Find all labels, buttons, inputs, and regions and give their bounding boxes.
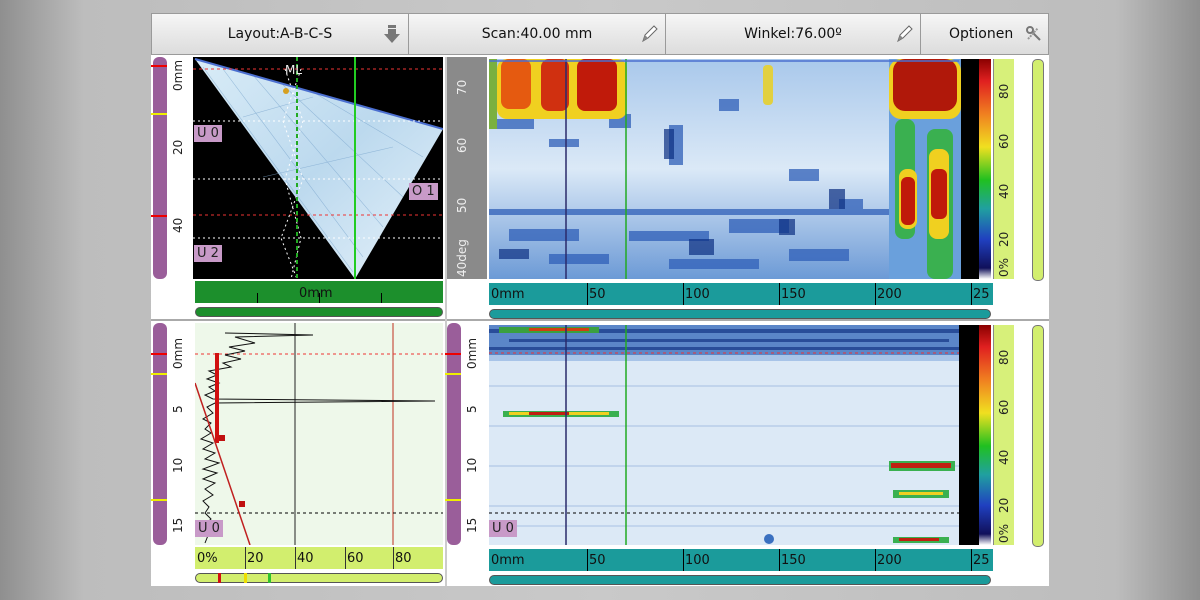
angle-tick-60: 60 [455,137,469,153]
bottom-cb-tick-40: 40 [997,449,1011,465]
bottom-cb-tick-0: 0% [997,523,1011,543]
ascan-scrollbar[interactable] [195,573,443,583]
depth-tick-40: 40 [171,217,185,233]
bottom-x-tick-200: 200 [877,553,902,568]
bottom-colorbar-slider[interactable] [1032,325,1044,547]
ml-marker-label: ML [285,63,303,77]
top-x-tick-0: 0mm [491,287,525,302]
angle-tick-70: 70 [455,79,469,95]
angle-bscan-view[interactable] [489,59,967,279]
top-amplitude-colorbar [979,59,991,279]
ascan-depth-ruler[interactable] [153,323,167,545]
ascan-view[interactable] [195,323,443,545]
bottom-color-gap [967,325,979,545]
scan-field[interactable]: Scan:40.00 mm [408,13,666,55]
bscan-depth-0: 0mm [465,337,479,369]
bottom-x-tick-25: 25 [973,553,990,568]
sscan-depth-axis: 0mm 20 40 [167,57,193,279]
amp-tick-60: 60 [347,551,364,566]
sscan-index-ruler[interactable]: 0mm [195,281,443,303]
ascan-depth-axis: 0mm 5 10 15 [167,323,193,545]
top-scan-axis[interactable]: 0mm 50 100 150 200 25 [489,283,993,305]
options-button[interactable]: Optionen [920,13,1049,55]
bscan-gate-label[interactable]: U 0 [489,520,517,537]
top-x-tick-25: 25 [973,287,990,302]
top-cb-tick-40: 40 [997,183,1011,199]
download-arrow-icon [384,25,400,43]
top-color-gap [967,59,979,279]
pencil-icon [642,25,658,43]
top-scan-scrollbar[interactable] [489,309,991,319]
top-cb-tick-0: 0% [997,257,1011,277]
sscan-scrollbar[interactable] [195,307,443,317]
amp-tick-80: 80 [395,551,412,566]
sscan-index-zero: 0mm [299,286,333,301]
bottom-colorbar-scale: 80 60 40 20 0% [993,325,1014,545]
angle-label: Winkel:76.00º [744,26,842,42]
ascan-depth-15: 15 [171,517,185,533]
bscan-depth-ruler[interactable] [447,323,461,545]
depth-tick-20: 20 [171,139,185,155]
amp-tick-20: 20 [247,551,264,566]
top-x-tick-200: 200 [877,287,902,302]
bscan-depth-10: 10 [465,457,479,473]
bottom-x-tick-0: 0mm [491,553,525,568]
bottom-cb-tick-60: 60 [997,399,1011,415]
bottom-x-tick-150: 150 [781,553,806,568]
bscan-depth-5: 5 [465,405,479,413]
bottom-amplitude-colorbar [979,325,991,545]
depth-tick-0: 0mm [171,59,185,91]
top-colorbar-slider[interactable] [1032,59,1044,281]
bottom-x-tick-50: 50 [589,553,606,568]
bottom-cb-tick-20: 20 [997,497,1011,513]
sscan-view[interactable]: ML [193,57,443,279]
top-cb-tick-80: 80 [997,83,1011,99]
ascan-depth-0: 0mm [171,337,185,369]
bottom-scan-scrollbar[interactable] [489,575,991,585]
sscan-depth-ruler[interactable] [153,57,167,279]
top-x-tick-50: 50 [589,287,606,302]
amp-tick-0: 0% [197,551,218,566]
top-colorbar-scale: 80 60 40 20 0% [993,59,1014,279]
tools-icon [1026,26,1041,41]
pencil-icon [897,25,913,43]
options-label: Optionen [949,26,1014,42]
top-cb-tick-60: 60 [997,133,1011,149]
ascan-depth-10: 10 [171,457,185,473]
layout-dropdown[interactable]: Layout:A-B-C-S [151,13,409,55]
bscan-depth-15: 15 [465,517,479,533]
ut-inspection-window: Layout:A-B-C-S Scan:40.00 mm Winkel:76.0… [151,13,1049,586]
top-x-tick-100: 100 [685,287,710,302]
top-cb-tick-20: 20 [997,231,1011,247]
scan-bscan-view[interactable] [489,325,967,545]
bscan-depth-axis: 0mm 5 10 15 [461,323,487,545]
gate-u0-label[interactable]: U 0 [194,125,222,142]
gate-u2-label[interactable]: U 2 [194,245,222,262]
angle-field[interactable]: Winkel:76.00º [665,13,921,55]
bottom-cb-tick-80: 80 [997,349,1011,365]
gate-o1-label[interactable]: O 1 [409,183,438,200]
angle-tick-50: 50 [455,197,469,213]
ascan-amplitude-axis[interactable]: 0% 20 40 60 80 [195,547,443,569]
angle-tick-40deg: 40deg [455,239,469,277]
ascan-depth-5: 5 [171,405,185,413]
amp-tick-40: 40 [297,551,314,566]
layout-label: Layout:A-B-C-S [227,26,333,42]
top-x-tick-150: 150 [781,287,806,302]
bottom-scan-axis[interactable]: 0mm 50 100 150 200 25 [489,549,993,571]
angle-axis: 70 60 50 40deg [447,57,487,279]
ascan-gate-label[interactable]: U 0 [195,520,223,537]
bottom-x-tick-100: 100 [685,553,710,568]
scan-label: Scan:40.00 mm [481,26,593,42]
